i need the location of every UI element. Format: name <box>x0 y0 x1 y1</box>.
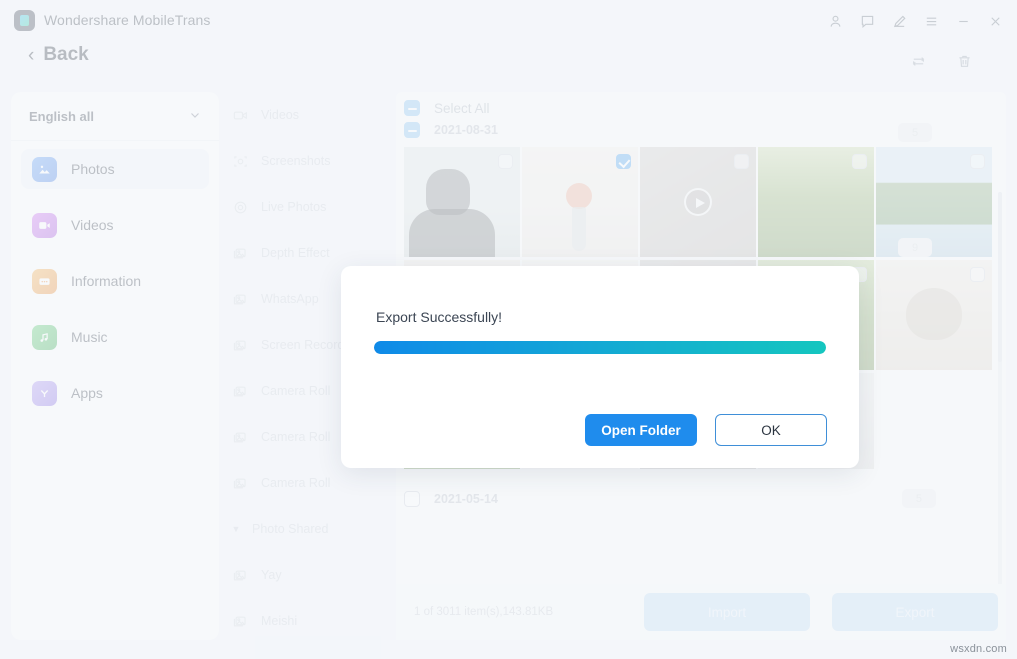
watermark: wsxdn.com <box>950 643 1007 655</box>
export-success-dialog: Export Successfully! Open Folder OK <box>341 266 859 468</box>
progress-bar-fill <box>374 341 826 354</box>
ok-button[interactable]: OK <box>715 414 827 446</box>
app-window: Wondershare MobileTrans <box>0 0 1017 659</box>
open-folder-button[interactable]: Open Folder <box>585 414 697 446</box>
dialog-title: Export Successfully! <box>376 309 502 325</box>
progress-bar <box>374 341 826 354</box>
dialog-actions: Open Folder OK <box>585 414 827 446</box>
